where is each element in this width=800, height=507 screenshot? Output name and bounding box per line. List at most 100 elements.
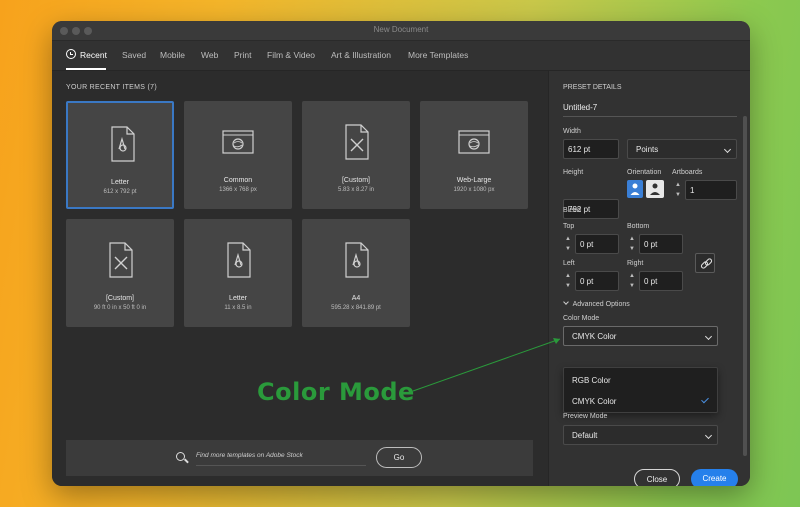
go-button[interactable]: Go [376,447,422,468]
active-tab-indicator [66,68,106,70]
recent-item-card[interactable]: Letter 612 x 792 pt [66,101,174,209]
card-size: 90 ft 0 in x 50 ft 0 in [93,305,147,311]
bleed-top-input[interactable]: 0 pt [575,234,619,254]
chevron-down-icon [723,145,732,154]
card-name: Common [223,177,253,184]
search-icon-handle [184,458,189,464]
advanced-options-toggle[interactable]: Advanced Options [563,299,630,308]
window-title: New Document [373,25,429,34]
print-document-icon [345,242,369,278]
art-document-icon [109,242,133,278]
person-portrait-icon [630,183,640,195]
card-size: 5.83 x 8.27 in [337,187,375,193]
preset-details-pane: PRESET DETAILS Untitled-7 Width 612 pt P… [548,71,750,486]
card-size: 612 x 792 pt [103,189,137,195]
scrollbar-thumb[interactable] [743,116,747,456]
artboards-input[interactable]: 1 [685,180,737,200]
chevron-down-icon: ▼ [565,283,571,289]
annotation-label: Color Mode [257,378,415,406]
width-label: Width [563,128,581,135]
card-size: 1366 x 768 px [219,187,257,193]
recent-items-title: YOUR RECENT ITEMS [66,84,146,91]
chevron-down-icon [704,332,713,341]
card-size: 1920 x 1080 px [453,187,495,193]
chevron-down-icon: ▼ [629,283,635,289]
chevron-down-icon: ▼ [565,246,571,252]
color-mode-select[interactable]: CMYK Color [563,326,718,346]
recent-item-card[interactable]: Common 1366 x 768 px [184,101,292,209]
card-name: Letter [111,179,129,186]
stock-search-input[interactable]: Find more templates on Adobe Stock [196,452,366,466]
card-name: [Custom] [341,177,370,184]
card-name: Web-Large [456,177,492,184]
new-document-dialog: New Document Recent Saved Mobile Web Pri… [52,21,750,486]
bleed-bottom-label: Bottom [627,223,650,230]
recent-item-card[interactable]: [Custom] 5.83 x 8.27 in [302,101,410,209]
details-scrollbar[interactable] [743,116,747,456]
chevron-up-icon: ▲ [565,236,571,242]
chevron-up-icon: ▲ [629,236,635,242]
create-button[interactable]: Create [691,469,738,486]
recent-item-card[interactable]: A4 595.28 x 841.89 pt [302,219,410,327]
chevron-up-icon: ▲ [629,273,635,279]
bleed-bottom-stepper[interactable]: ▲ ▼ [627,234,637,254]
bleed-top-stepper[interactable]: ▲ ▼ [563,234,573,254]
recent-item-card[interactable]: Web-Large 1920 x 1080 px [420,101,528,209]
bleed-top-label: Top [563,223,575,230]
tab-web[interactable]: Web [201,50,218,60]
recent-item-card[interactable]: [Custom] 90 ft 0 in x 50 ft 0 in [66,219,174,327]
bleed-left-stepper[interactable]: ▲ ▼ [563,271,573,291]
color-mode-label: Color Mode [563,315,600,322]
preview-mode-label: Preview Mode [563,413,608,420]
card-size: 595.28 x 841.89 pt [331,305,381,311]
units-select-value: Points [636,145,659,154]
tab-mobile[interactable]: Mobile [160,50,185,60]
artboards-label: Artboards [672,169,703,176]
tab-more-templates[interactable]: More Templates [408,50,468,60]
art-document-icon [345,124,369,160]
preset-details-heading: PRESET DETAILS [563,84,622,91]
artboards-stepper[interactable]: ▲ ▼ [673,180,683,200]
document-name-field[interactable]: Untitled-7 [563,99,737,117]
preview-mode-select[interactable]: Default [563,425,718,445]
bleed-right-input[interactable]: 0 pt [639,271,683,291]
card-name: [Custom] [105,295,134,302]
bleed-right-stepper[interactable]: ▲ ▼ [627,271,637,291]
color-mode-value: CMYK Color [572,332,617,341]
tab-art-illustration[interactable]: Art & Illustration [331,50,391,60]
chevron-down-icon: ▼ [675,192,681,198]
recent-item-card[interactable]: Letter 11 x 8.5 in [184,219,292,327]
stock-search-bar: Find more templates on Adobe Stock Go [66,440,533,476]
tab-recent[interactable]: Recent [80,50,107,60]
link-bleed-button[interactable] [695,253,715,273]
tab-saved[interactable]: Saved [122,50,146,60]
clock-icon [66,49,76,59]
recent-items-count: (7) [147,84,157,91]
recent-items-heading: YOUR RECENT ITEMS (7) [66,84,157,91]
bleed-bottom-input[interactable]: 0 pt [639,234,683,254]
checkmark-icon [701,395,709,404]
bleed-left-input[interactable]: 0 pt [575,271,619,291]
color-mode-option-cmyk-label: CMYK Color [572,397,617,406]
landscape-orientation-button[interactable] [646,180,664,198]
tab-print[interactable]: Print [234,50,251,60]
width-input[interactable]: 612 pt [563,139,619,159]
color-mode-dropdown: RGB Color CMYK Color [563,367,718,413]
card-name: Letter [229,295,247,302]
color-mode-option-cmyk[interactable]: CMYK Color [564,391,717,412]
title-bar: New Document [52,21,750,41]
print-document-icon [227,242,251,278]
chevron-up-icon: ▲ [675,182,681,188]
web-document-icon [222,130,254,154]
close-button[interactable]: Close [634,469,680,486]
tab-film-video[interactable]: Film & Video [267,50,315,60]
link-icon [700,258,713,269]
card-size: 11 x 8.5 in [224,305,252,311]
chevron-down-icon: ▼ [629,246,635,252]
bleed-left-label: Left [563,260,575,267]
color-mode-option-rgb[interactable]: RGB Color [564,370,717,391]
units-select[interactable]: Points [627,139,737,159]
chevron-down-icon [704,431,713,440]
portrait-orientation-button[interactable] [627,180,643,198]
web-document-icon [458,130,490,154]
